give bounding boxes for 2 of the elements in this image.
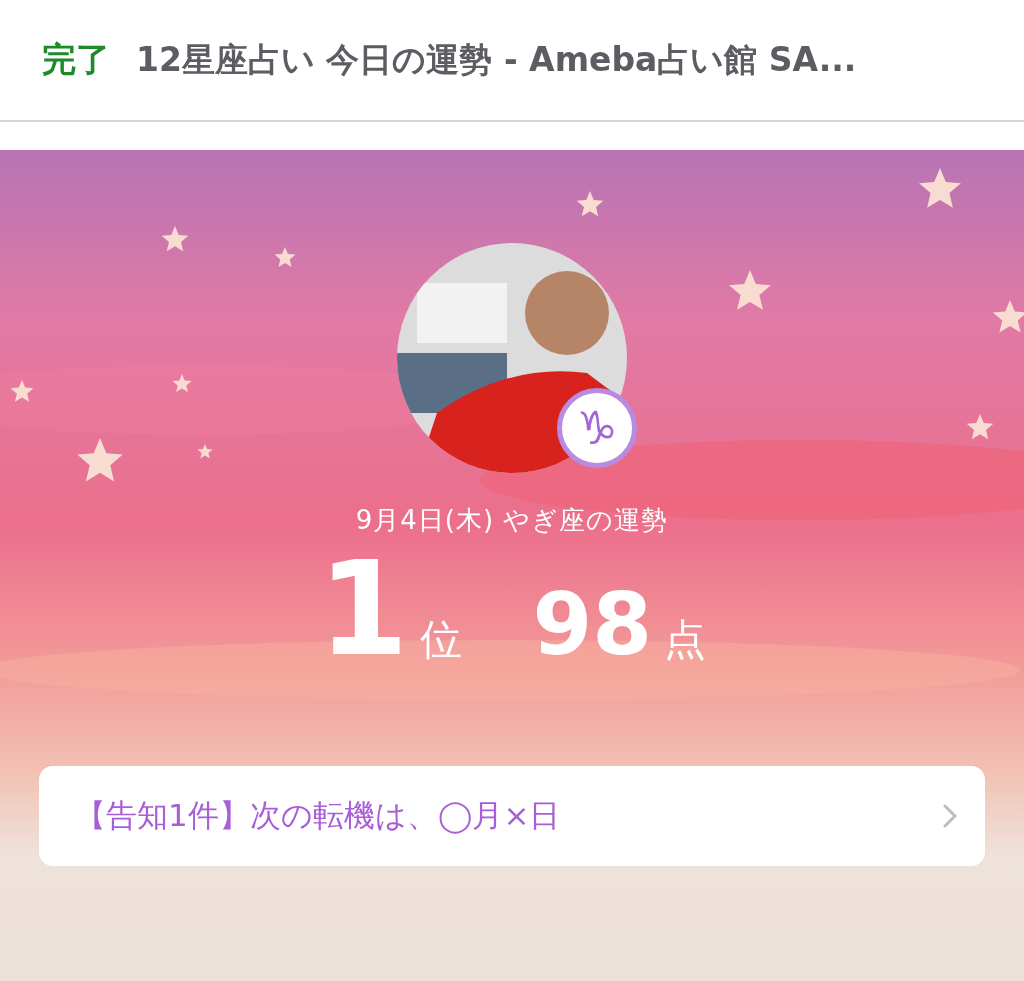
done-button[interactable]: 完了 [42,37,110,83]
page-title: 12星座占い 今日の運勢 - Ameba占い館 SA... [136,38,857,81]
